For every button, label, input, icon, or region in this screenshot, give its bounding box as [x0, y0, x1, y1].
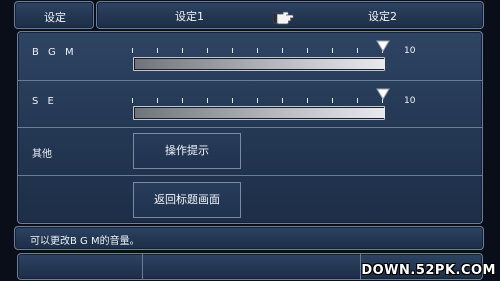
slider-tick [332, 48, 333, 53]
controls-hint-button[interactable]: 操作提示 [133, 133, 241, 169]
slider-tick [207, 98, 208, 103]
slider-tick [157, 98, 158, 103]
slider-tick [182, 98, 183, 103]
bgm-slider-fill [135, 59, 385, 69]
settings-panel: B G M 10 S E 10 其他 操作提示 返回标题画面 [17, 31, 483, 224]
slider-tick [282, 48, 283, 53]
slider-tick [282, 98, 283, 103]
bgm-ticks [132, 46, 384, 54]
tab-settings-2[interactable]: 设定2 [368, 8, 397, 24]
slider-tick [307, 48, 308, 53]
se-slider-fill [135, 108, 385, 118]
slider-tick [232, 48, 233, 53]
help-text: 可以更改B G M的音量。 [30, 236, 140, 247]
other-label: 其他 [32, 149, 52, 160]
slider-tick [182, 48, 183, 53]
slider-tick [132, 98, 133, 103]
bgm-slider[interactable] [133, 57, 385, 71]
pointing-hand-icon [273, 11, 294, 25]
slider-tick [357, 48, 358, 53]
slider-tick [307, 98, 308, 103]
page-title: 设定 [44, 11, 66, 24]
title-tab: 设定 [14, 1, 94, 29]
tab-settings-1[interactable]: 设定1 [175, 8, 204, 24]
se-label: S E [32, 96, 57, 107]
divider [18, 175, 482, 176]
slider-tick [157, 48, 158, 53]
slider-tick [357, 98, 358, 103]
se-slider[interactable] [133, 106, 385, 120]
divider [18, 127, 482, 128]
divider [18, 80, 482, 81]
watermark: DOWN.52PK.COM [361, 263, 496, 278]
bgm-value: 10 [404, 46, 416, 56]
se-ticks [132, 96, 384, 104]
tab-bar: 设定1 设定2 [96, 1, 484, 29]
divider [142, 254, 143, 279]
slider-tick [207, 48, 208, 53]
bgm-label: B G M [32, 47, 77, 58]
slider-tick [132, 48, 133, 53]
se-slider-thumb[interactable] [376, 88, 390, 100]
bgm-slider-thumb[interactable] [376, 40, 390, 52]
slider-tick [232, 98, 233, 103]
slider-tick [257, 98, 258, 103]
help-bar: 可以更改B G M的音量。 [14, 226, 484, 250]
slider-tick [257, 48, 258, 53]
return-to-title-button[interactable]: 返回标题画面 [133, 182, 241, 218]
se-value: 10 [404, 96, 416, 106]
slider-tick [332, 98, 333, 103]
